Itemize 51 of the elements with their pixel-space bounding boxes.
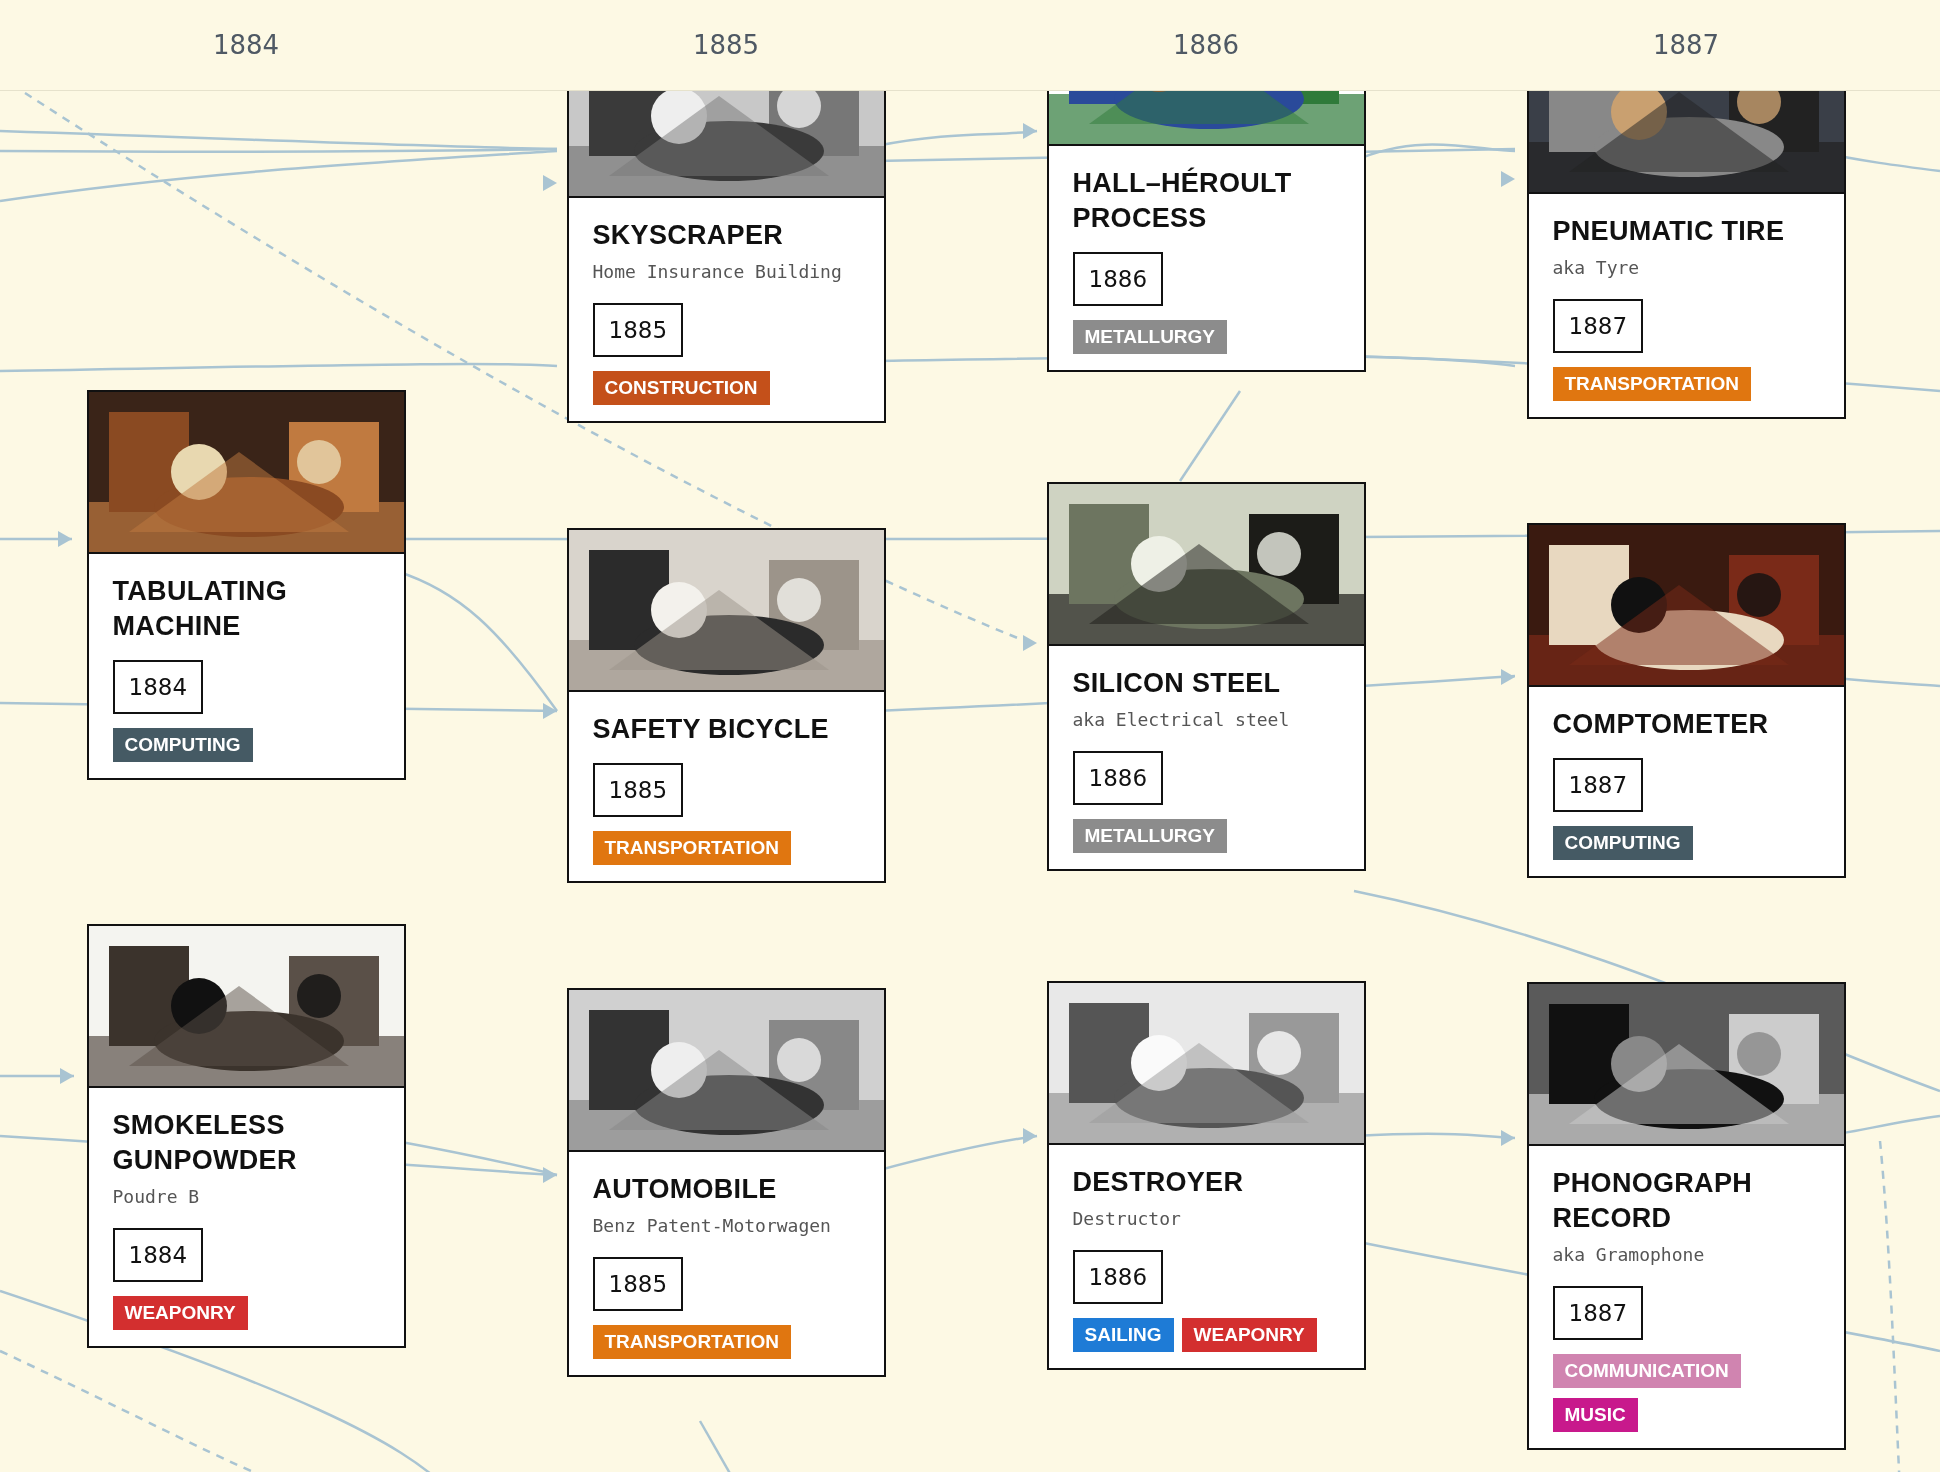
card-title: AUTOMOBILE bbox=[592, 1173, 777, 1206]
invention-card[interactable]: HALL–HÉROULT PROCESS 1886 METALLURGY bbox=[1046, 91, 1366, 372]
year-label: 1887 bbox=[1652, 30, 1720, 60]
year-badge: 1884 bbox=[112, 1228, 204, 1282]
year-badge: 1885 bbox=[592, 763, 684, 817]
invention-card[interactable]: DESTROYER Destructor 1886 SAILING WEAPONRY bbox=[1046, 981, 1366, 1370]
year-badge: 1885 bbox=[592, 303, 684, 357]
card-title: SMOKELESS GUNPOWDER bbox=[112, 1109, 298, 1177]
card-title: TABULATING MACHINE bbox=[112, 575, 288, 643]
category-tag[interactable]: SAILING bbox=[1072, 1318, 1174, 1352]
card-title: PNEUMATIC TIRE bbox=[1552, 215, 1785, 248]
card-title: SKYSCRAPER bbox=[592, 219, 784, 252]
category-tag[interactable]: COMPUTING bbox=[1552, 826, 1693, 860]
year-label: 1886 bbox=[1172, 30, 1240, 60]
invention-card[interactable]: PNEUMATIC TIRE aka Tyre 1887 TRANSPORTATION bbox=[1526, 91, 1846, 419]
invention-card[interactable]: SILICON STEEL aka Electrical steel 1886 METALLURGY bbox=[1046, 482, 1366, 871]
invention-card[interactable]: TABULATING MACHINE 1884 COMPUTING bbox=[86, 390, 406, 780]
invention-card[interactable]: PHONOGRAPH RECORD aka Gramophone 1887 COMMUNICATION MUSIC bbox=[1526, 982, 1846, 1450]
year-badge: 1887 bbox=[1552, 758, 1644, 812]
card-title: PHONOGRAPH RECORD bbox=[1552, 1167, 1753, 1235]
card-subtitle: Home Insurance Building bbox=[592, 260, 842, 284]
category-tag[interactable]: MUSIC bbox=[1552, 1398, 1638, 1432]
year-badge: 1884 bbox=[112, 660, 204, 714]
invention-card[interactable]: AUTOMOBILE Benz Patent-Motorwagen 1885 TRANSPORTATION bbox=[566, 988, 886, 1377]
year-badge: 1886 bbox=[1072, 1250, 1164, 1304]
card-title: SAFETY BICYCLE bbox=[592, 713, 829, 746]
card-subtitle: aka Electrical steel bbox=[1072, 708, 1290, 732]
year-label: 1885 bbox=[692, 30, 760, 60]
category-tag[interactable]: WEAPONRY bbox=[1181, 1318, 1317, 1352]
card-title: COMPTOMETER bbox=[1552, 708, 1769, 741]
card-subtitle: aka Gramophone bbox=[1552, 1243, 1705, 1267]
year-badge: 1885 bbox=[592, 1257, 684, 1311]
year-badge: 1887 bbox=[1552, 299, 1644, 353]
card-title: DESTROYER bbox=[1072, 1166, 1244, 1199]
category-tag[interactable]: WEAPONRY bbox=[112, 1296, 248, 1330]
invention-card[interactable]: SMOKELESS GUNPOWDER Poudre B 1884 WEAPONRY bbox=[86, 924, 406, 1348]
invention-card[interactable]: SKYSCRAPER Home Insurance Building 1885 CONSTRUCTION bbox=[566, 91, 886, 423]
card-title: SILICON STEEL bbox=[1072, 667, 1281, 700]
card-subtitle: Poudre B bbox=[112, 1185, 200, 1209]
year-badge: 1886 bbox=[1072, 751, 1164, 805]
card-subtitle: Destructor bbox=[1072, 1207, 1181, 1231]
year-badge: 1887 bbox=[1552, 1286, 1644, 1340]
invention-card[interactable]: COMPTOMETER 1887 COMPUTING bbox=[1526, 523, 1846, 878]
card-title: HALL–HÉROULT PROCESS bbox=[1072, 166, 1293, 235]
invention-card[interactable]: SAFETY BICYCLE 1885 TRANSPORTATION bbox=[566, 528, 886, 883]
card-subtitle: aka Tyre bbox=[1552, 256, 1640, 280]
year-badge: 1886 bbox=[1072, 252, 1164, 306]
card-subtitle: Benz Patent-Motorwagen bbox=[592, 1214, 831, 1238]
year-label: 1884 bbox=[212, 30, 280, 60]
category-tag[interactable]: COMPUTING bbox=[112, 728, 253, 762]
category-tag[interactable]: CONSTRUCTION bbox=[592, 371, 770, 405]
